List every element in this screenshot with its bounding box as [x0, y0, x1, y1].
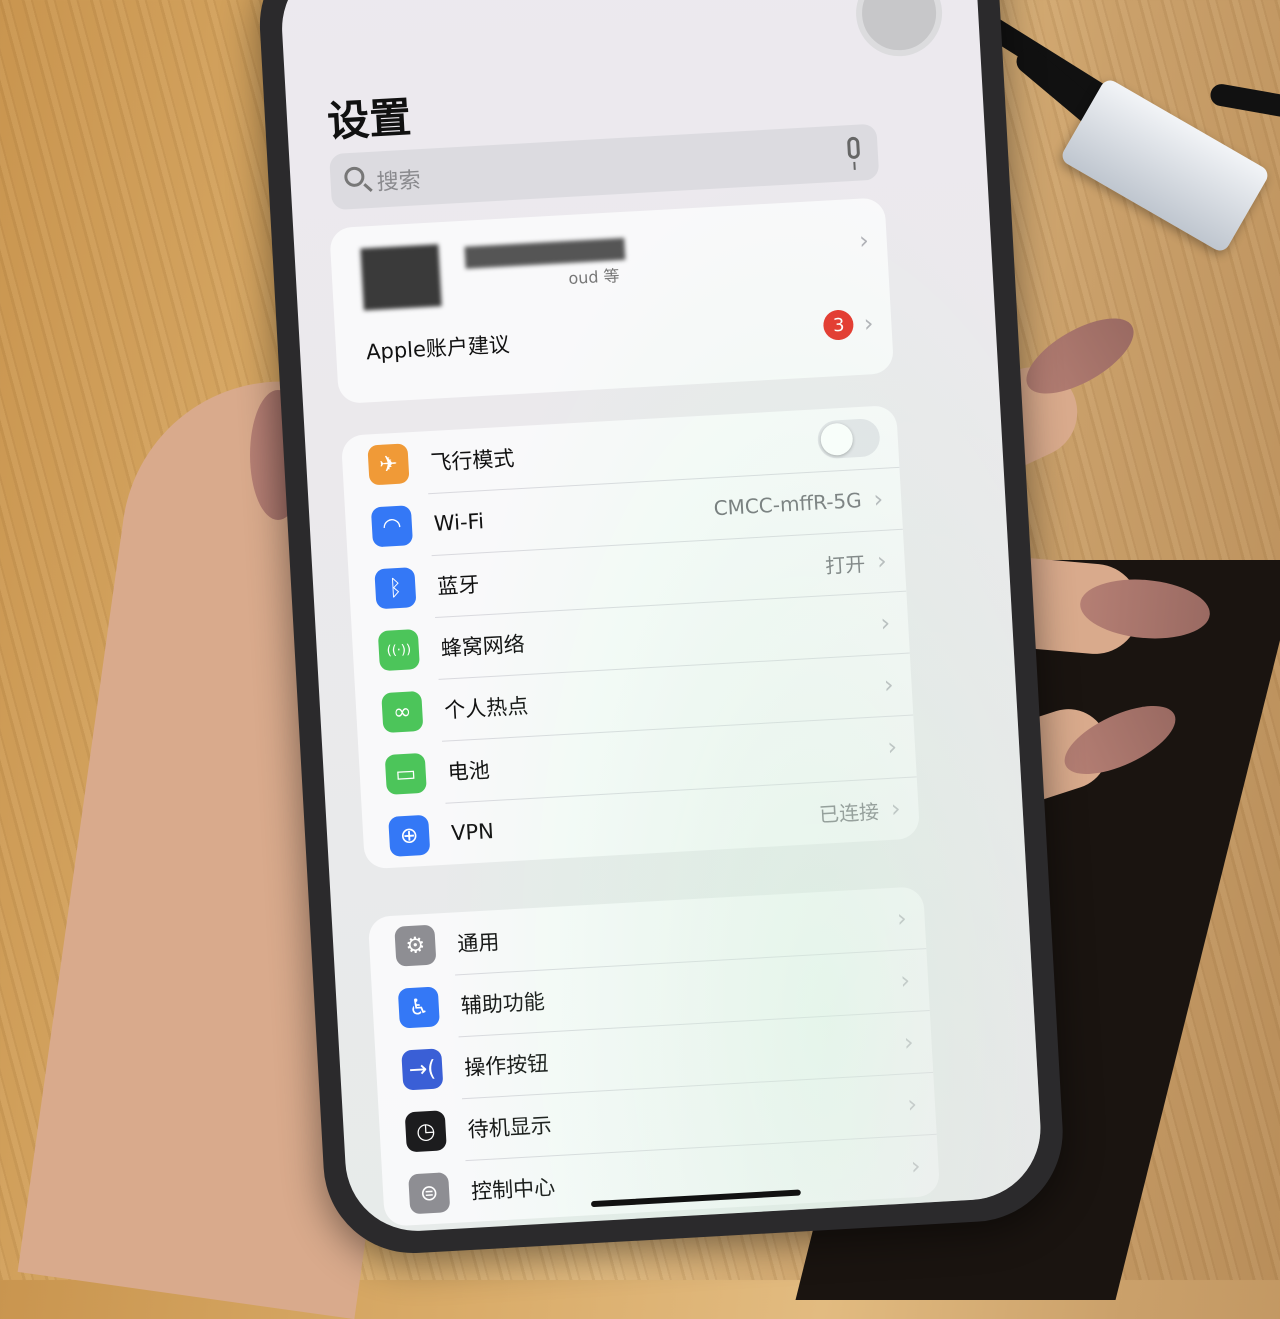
settings-row-label: VPN: [450, 819, 495, 846]
search-icon: [343, 166, 365, 188]
cellular-icon: ((·)): [377, 628, 420, 672]
accessibility-icon: ♿: [397, 986, 440, 1029]
system-group: ⚙ 通用 › ♿ 辅助功能 › →(操作按钮 › ◷ 待机显示 › ⊜ 控制中心 ›: [367, 886, 941, 1227]
chevron-right-icon: ›: [879, 608, 891, 638]
profile-avatar[interactable]: [853, 0, 945, 59]
chevron-right-icon: ›: [872, 484, 884, 514]
chevron-right-icon: ›: [883, 670, 895, 700]
bluetooth-icon: ᛒ: [374, 567, 417, 610]
search-placeholder: 搜索: [376, 168, 422, 196]
notification-badge: 3: [822, 309, 855, 341]
wifi-icon: ◠: [370, 505, 414, 548]
settings-row-value: 打开: [824, 551, 866, 578]
chevron-right-icon: ›: [903, 1027, 915, 1057]
vpn-icon: ⊕: [388, 814, 431, 857]
chevron-right-icon: ›: [876, 546, 888, 576]
chevron-right-icon: ›: [899, 966, 911, 995]
airplane-mode-toggle[interactable]: [816, 417, 881, 460]
page-title: 设置: [325, 92, 413, 147]
hotspot-icon: ∞: [381, 690, 424, 734]
settings-row-label: 蓝牙: [436, 572, 480, 599]
chevron-right-icon: ›: [906, 1089, 918, 1119]
account-group: oud 等 › Apple账户建议 3 ›: [329, 197, 895, 405]
chevron-right-icon: ›: [896, 904, 908, 933]
phone: 设置 搜索 oud 等 › Apple账户建议 3 › ✈ 飞行模式 ◠ Wi-Fi C…: [255, 0, 1068, 1258]
settings-row-label: 辅助功能: [460, 989, 546, 1019]
gear-icon: ⚙: [394, 924, 437, 967]
chevron-right-icon: ›: [886, 732, 898, 761]
chevron-right-icon: ›: [890, 794, 902, 823]
chevron-right-icon: ›: [858, 226, 870, 255]
account-suggestions-label: Apple账户建议: [365, 332, 511, 365]
settings-screen: 设置 搜索 oud 等 › Apple账户建议 3 › ✈ 飞行模式 ◠ Wi-Fi C…: [278, 0, 1045, 1235]
connectivity-group: ✈ 飞行模式 ◠ Wi-Fi CMCC-mffR-5G › ᛒ 蓝牙 打开 › ((·)) 蜂窝网络 ›…: [340, 404, 921, 870]
control-center-icon: ⊜: [408, 1172, 451, 1215]
battery-icon: ▭: [384, 752, 427, 795]
settings-row-label: 通用: [456, 929, 500, 957]
airplane-icon: ✈: [367, 443, 410, 486]
action-button-icon: →(: [401, 1048, 444, 1091]
account-subtitle: oud 等: [567, 266, 621, 289]
avatar-redacted: [360, 244, 442, 311]
settings-row-label: 蜂窝网络: [440, 632, 526, 661]
settings-row-value: 已连接: [818, 799, 880, 827]
settings-row-label: 电池: [447, 758, 491, 785]
chevron-right-icon: ›: [862, 309, 875, 338]
settings-row-label: 个人热点: [443, 693, 529, 723]
settings-row-label: Wi-Fi: [433, 509, 485, 536]
settings-row-label: 待机显示: [467, 1113, 553, 1142]
chevron-right-icon: ›: [910, 1151, 922, 1181]
microphone-icon[interactable]: [846, 136, 861, 160]
settings-row-label: 飞行模式: [429, 446, 516, 476]
standby-icon: ◷: [404, 1110, 447, 1153]
settings-row-label: 操作按钮: [463, 1051, 549, 1081]
settings-row-value: CMCC-mffR-5G: [713, 488, 863, 521]
